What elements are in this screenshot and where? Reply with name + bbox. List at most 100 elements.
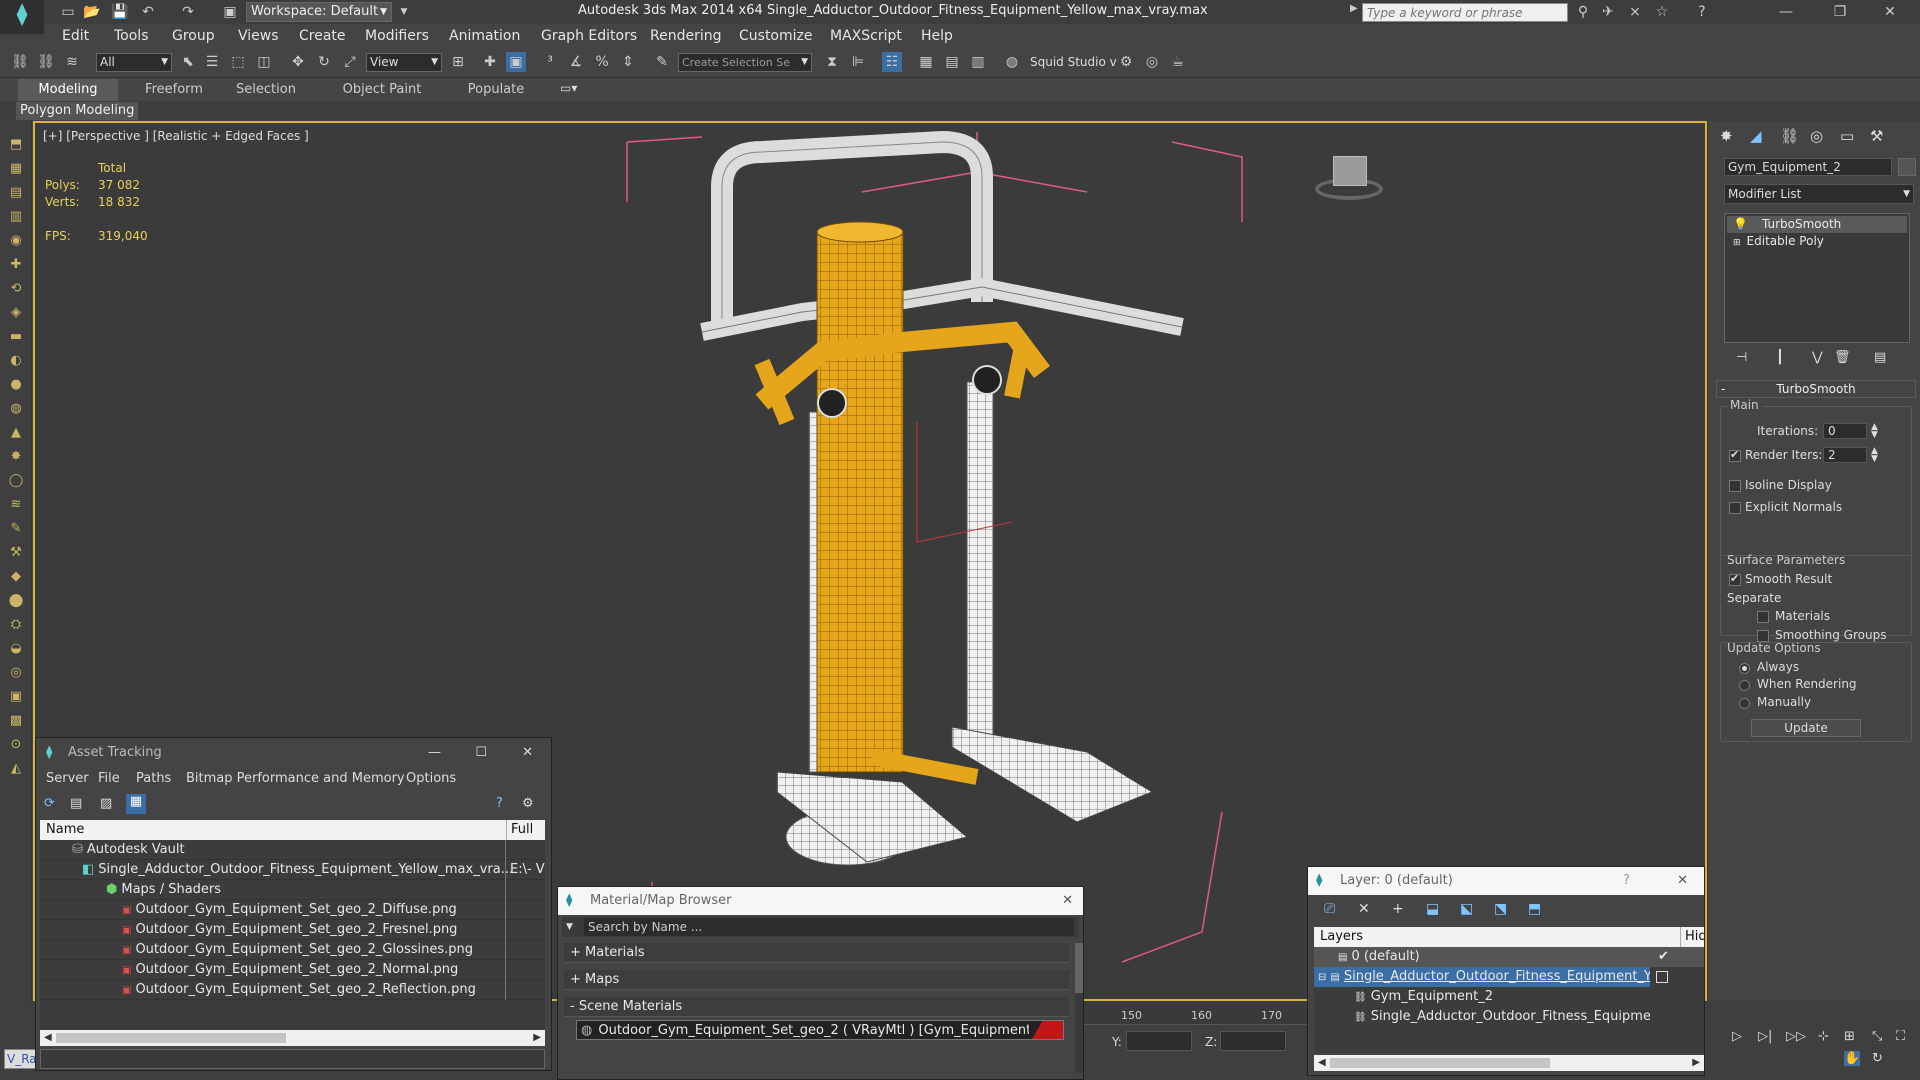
coord-y-field[interactable]	[1126, 1031, 1192, 1051]
vertical-scrollbar[interactable]	[1075, 943, 1083, 1073]
tool-icon[interactable]: ◭	[4, 757, 28, 781]
stack-item-turbosmooth[interactable]: 💡 TurboSmooth	[1727, 216, 1907, 233]
tab-freeform[interactable]: Freeform	[124, 79, 224, 101]
turbosmooth-rollout-header[interactable]: - TurboSmooth	[1716, 380, 1916, 398]
tool-icon[interactable]: ▦	[4, 157, 28, 181]
unlink-icon[interactable]: ⛓	[36, 52, 56, 72]
project-folder-icon[interactable]: ▣	[220, 2, 240, 22]
active-layer-check-icon[interactable]: ✔	[1658, 947, 1669, 967]
tool-icon[interactable]: ≋	[4, 493, 28, 517]
pivot-center-icon[interactable]: ⊞	[448, 52, 468, 72]
tool-icon[interactable]: ◯	[4, 469, 28, 493]
tool-icon[interactable]: ⬒	[4, 133, 28, 157]
scale-icon[interactable]: ⤢	[340, 52, 360, 72]
table-row[interactable]: ◧ Single_Adductor_Outdoor_Fitness_Equipme…	[40, 860, 545, 880]
object-color-swatch[interactable]	[1898, 158, 1916, 176]
orbit-icon[interactable]: ↻	[1872, 1051, 1883, 1066]
new-file-icon[interactable]: ▭	[58, 2, 78, 22]
app-logo-icon[interactable]: ⧫	[0, 0, 44, 34]
layer-row-gym-equipment[interactable]: ⛓ Gym_Equipment_2	[1314, 987, 1650, 1007]
close-icon[interactable]: ✕	[1880, 2, 1900, 22]
collapse-icon[interactable]: ⊟	[1318, 972, 1326, 983]
layer-row-adductor-object[interactable]: ⛓ Single_Adductor_Outdoor_Fitness_Equipme…	[1314, 1007, 1650, 1027]
highlight-layer-icon[interactable]: ⬕	[1460, 901, 1473, 917]
material-browser-titlebar[interactable]: ⧫ Material/Map Browser ✕	[558, 887, 1083, 915]
select-object-icon[interactable]: ⬉	[178, 52, 198, 72]
undo-icon[interactable]: ↶	[138, 2, 158, 22]
menu-group[interactable]: Group	[172, 24, 215, 48]
close-icon[interactable]: ✕	[1062, 887, 1073, 915]
menu-views[interactable]: Views	[238, 24, 279, 48]
isoline-display-checkbox[interactable]	[1729, 478, 1741, 493]
tool-icon[interactable]: ▲	[4, 421, 28, 445]
utilities-tab-icon[interactable]: ⚒	[1870, 127, 1883, 145]
align-icon[interactable]: ⊫	[848, 52, 868, 72]
exchange-icon[interactable]: ⨯	[1625, 2, 1645, 22]
select-in-layer-icon[interactable]: ⬓	[1426, 901, 1439, 917]
tool-icon[interactable]: ◐	[4, 349, 28, 373]
tool-icon[interactable]: ▩	[4, 709, 28, 733]
menu-help[interactable]: Help	[921, 24, 953, 48]
tab-modeling[interactable]: Modeling	[18, 79, 118, 101]
open-file-icon[interactable]: 📂	[82, 2, 102, 22]
scroll-thumb[interactable]	[1075, 943, 1083, 993]
tool-icon[interactable]: ▥	[4, 205, 28, 229]
tab-selection[interactable]: Selection	[216, 79, 316, 101]
zoom-extents-icon[interactable]: ⊞	[1844, 1029, 1855, 1044]
hide-all-icon[interactable]: ⬔	[1494, 901, 1507, 917]
tool-icon[interactable]: ●	[4, 373, 28, 397]
workspace-dropdown[interactable]: Workspace: Default ▼	[246, 2, 392, 22]
menu-graph-editors[interactable]: Graph Editors	[541, 24, 637, 48]
settings-icon[interactable]: ⚙	[522, 796, 534, 811]
graphite-tools-icon[interactable]: ▦	[916, 52, 936, 72]
menu-edit[interactable]: Edit	[62, 24, 89, 48]
column-layers-header[interactable]: Layers	[1314, 929, 1363, 944]
object-name-field[interactable]	[1724, 158, 1892, 176]
expand-icon[interactable]: ⊞	[1733, 238, 1741, 248]
tool-icon[interactable]: ✚	[4, 253, 28, 277]
schematic-view-icon[interactable]: ▥	[968, 52, 988, 72]
maximize-viewport-icon[interactable]: ⛶	[1896, 1029, 1905, 1044]
menu-tools[interactable]: Tools	[114, 24, 149, 48]
material-search-input[interactable]: Search by Name ...	[584, 918, 1074, 936]
stack-item-editable-poly[interactable]: ⊞ Editable Poly	[1727, 233, 1907, 250]
maximize-icon[interactable]: ☐	[475, 738, 487, 768]
render-iters-checkbox[interactable]	[1729, 448, 1741, 463]
render-iters-spinner[interactable]: 2	[1823, 447, 1867, 463]
tool-icon[interactable]: ◉	[4, 229, 28, 253]
display-tab-icon[interactable]: ▭	[1840, 127, 1854, 145]
help-icon[interactable]: ?	[496, 796, 503, 811]
menu-file[interactable]: File	[98, 768, 120, 790]
tool-icon[interactable]: ⊙	[4, 733, 28, 757]
always-radio[interactable]	[1739, 661, 1750, 676]
horizontal-scrollbar[interactable]: ◀ ▶	[40, 1030, 545, 1046]
tool-icon[interactable]: ⟲	[4, 277, 28, 301]
smooth-result-checkbox[interactable]	[1729, 572, 1741, 587]
hierarchy-tab-icon[interactable]: ⛓	[1780, 127, 1799, 145]
help-button[interactable]: ?	[1623, 867, 1630, 895]
search-options-icon[interactable]: ▼	[566, 917, 573, 937]
selection-filter-dropdown[interactable]: All ▼	[96, 53, 172, 72]
make-unique-icon[interactable]: ⋁	[1812, 350, 1823, 365]
menu-customize[interactable]: Customize	[739, 24, 813, 48]
restore-icon[interactable]: ❐	[1830, 2, 1850, 22]
lightbulb-icon[interactable]: 💡	[1733, 217, 1748, 231]
tool-icon[interactable]: ⚒	[4, 541, 28, 565]
render-setup-icon[interactable]: ⚙	[1116, 52, 1136, 72]
viewcube[interactable]	[1313, 148, 1383, 208]
tool-icon[interactable]: ◒	[4, 637, 28, 661]
rendered-frame-icon[interactable]: ◎	[1142, 52, 1162, 72]
scroll-left-icon[interactable]: ◀	[1318, 1055, 1326, 1071]
tool-icon[interactable]: ◍	[4, 397, 28, 421]
workspace-expand-icon[interactable]: ▼	[394, 2, 414, 22]
layer-row-default[interactable]: ▤ 0 (default) ✔	[1314, 947, 1704, 967]
bind-space-warp-icon[interactable]: ≋	[62, 52, 82, 72]
material-editor-icon[interactable]: ◍	[1002, 52, 1022, 72]
select-manipulate-icon[interactable]: ✚	[480, 52, 500, 72]
layer-row-adductor[interactable]: ⊟ ▤ Single_Adductor_Outdoor_Fitness_Equipm…	[1314, 967, 1650, 987]
tab-populate[interactable]: Populate	[446, 79, 546, 101]
tool-icon[interactable]: ▣	[4, 685, 28, 709]
spinner-arrows-icon[interactable]: ▲ ▼	[1871, 447, 1878, 464]
table-row[interactable]: ▣ Outdoor_Gym_Equipment_Set_geo_2_Normal.…	[40, 960, 545, 980]
named-selection-dropdown[interactable]: Create Selection Se ▼	[678, 53, 812, 72]
